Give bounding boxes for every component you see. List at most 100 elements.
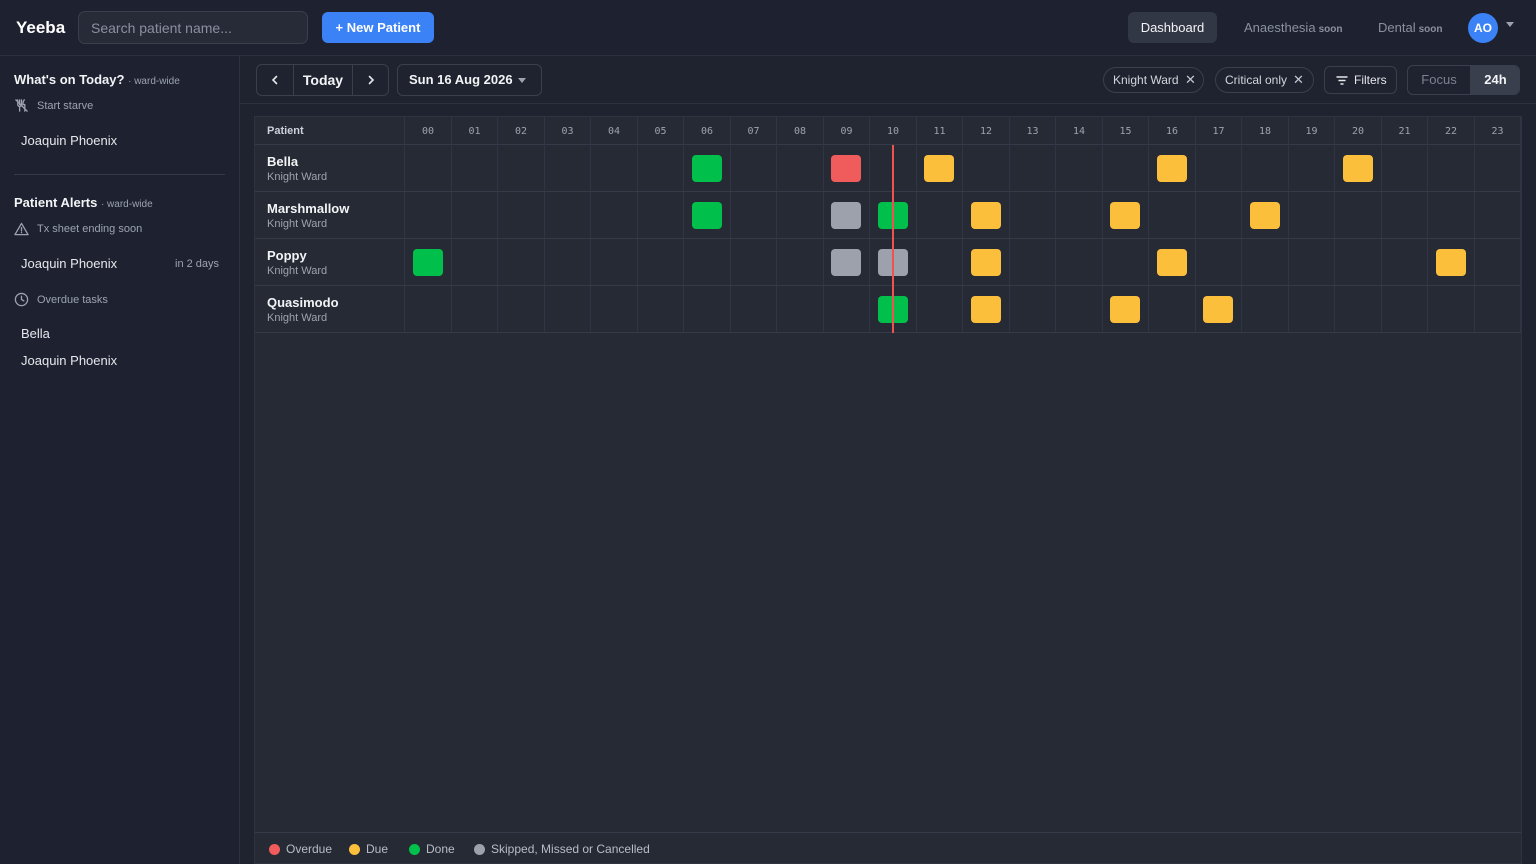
legend-label: Overdue	[286, 842, 333, 856]
today-patient-item[interactable]: Joaquin Phoenix	[21, 133, 117, 148]
task-block-due[interactable]	[1342, 155, 1373, 182]
task-block-due[interactable]	[1435, 249, 1466, 276]
alert-patient-item[interactable]: Joaquin Phoenix	[21, 256, 117, 271]
hour-label: 18	[1258, 126, 1272, 137]
next-day-button[interactable]	[353, 65, 389, 95]
task-block-done[interactable]	[412, 249, 443, 276]
soon-badge: soon	[1318, 24, 1343, 35]
search-input[interactable]	[78, 11, 308, 44]
filter-icon	[1336, 76, 1348, 85]
hour-label: 23	[1491, 126, 1504, 137]
task-block-due[interactable]	[970, 296, 1001, 323]
tx-sheet-heading: Tx sheet ending soon	[14, 222, 142, 236]
due-dot	[349, 843, 360, 855]
task-block-due[interactable]	[924, 155, 955, 182]
view-24h-button[interactable]: 24h	[1470, 66, 1519, 94]
hour-label: 06	[700, 126, 714, 137]
done-dot	[409, 843, 420, 855]
task-block-done[interactable]	[691, 155, 722, 182]
prev-day-button[interactable]	[257, 65, 293, 95]
new-patient-button[interactable]: + New Patient	[322, 12, 434, 43]
task-block-due[interactable]	[1110, 296, 1141, 323]
hour-label: 12	[979, 126, 993, 137]
patient-row: Poppy Knight Ward	[255, 239, 1521, 286]
tx-sheet-label: Tx sheet ending soon	[37, 223, 143, 235]
task-block-due[interactable]	[1203, 296, 1234, 323]
scope-label: · ward-wide	[128, 76, 180, 87]
hour-label: 07	[747, 126, 760, 137]
nav-dashboard-label: Dashboard	[1140, 20, 1205, 35]
whats-on-today-heading: What's on Today?	[14, 72, 125, 87]
hour-label: 03	[561, 126, 574, 137]
app-logo[interactable]: Yeeba	[16, 18, 65, 38]
legend-done: Done	[409, 842, 455, 856]
patient-name[interactable]: Quasimodo	[267, 295, 339, 310]
patient-row: Quasimodo Knight Ward	[255, 286, 1521, 333]
task-block-due[interactable]	[1249, 202, 1280, 229]
chevron-down-icon[interactable]	[1506, 22, 1514, 27]
hour-label: 14	[1072, 126, 1086, 137]
filters-label: Filters	[1354, 73, 1387, 87]
overdue-tasks-label: Overdue tasks	[37, 293, 108, 306]
today-button[interactable]: Today	[294, 65, 352, 95]
filter-chip-label: Critical only	[1225, 73, 1288, 87]
hour-label: 04	[607, 126, 621, 137]
task-block-due[interactable]	[1156, 155, 1187, 182]
hour-label: 19	[1305, 126, 1318, 137]
patient-name[interactable]: Marshmallow	[267, 201, 349, 216]
task-block-due[interactable]	[970, 249, 1001, 276]
start-starve-heading: Start starve	[14, 98, 93, 113]
task-block-due[interactable]	[970, 202, 1001, 229]
legend-label: Due	[366, 842, 389, 856]
task-block-skipped[interactable]	[831, 249, 862, 276]
date-nav-group: Today	[256, 64, 389, 96]
nav-dental[interactable]: Dental soon	[1378, 20, 1442, 35]
patient-column-header: Patient	[267, 125, 304, 137]
close-icon[interactable]: ✕	[1293, 68, 1304, 92]
filter-chip-ward[interactable]: Knight Ward ✕	[1103, 67, 1204, 93]
date-picker-button[interactable]: Sun 16 Aug 2026	[397, 64, 542, 96]
patient-alerts-title: Patient Alerts · ward-wide	[14, 195, 153, 210]
task-block-overdue[interactable]	[831, 155, 862, 182]
view-focus-button[interactable]: Focus	[1408, 66, 1470, 94]
patient-row: Marshmallow Knight Ward	[255, 192, 1521, 239]
current-time-indicator	[892, 145, 895, 333]
user-avatar[interactable]: AO	[1468, 13, 1498, 43]
scope-label: · ward-wide	[100, 199, 153, 210]
patient-name[interactable]: Bella	[267, 154, 298, 169]
task-block-due[interactable]	[1110, 202, 1141, 229]
overdue-patient-item[interactable]: Joaquin Phoenix	[21, 353, 117, 368]
legend-skipped: Skipped, Missed or Cancelled	[474, 842, 650, 856]
chevron-down-icon	[518, 78, 526, 83]
legend-due: Due	[349, 842, 388, 856]
filter-chip-critical[interactable]: Critical only ✕	[1215, 67, 1314, 93]
grid-header-row: Patient 00 01 02 03 04 05 06 07 08 09 10 11 12 13 14 15…	[255, 117, 1521, 145]
clock-icon	[14, 292, 29, 307]
nav-anaesthesia[interactable]: Anaesthesia soon	[1244, 20, 1342, 35]
task-block-due[interactable]	[1156, 249, 1187, 276]
hour-label: 11	[933, 126, 946, 137]
sidebar: What's on Today? · ward-wide Start starv…	[0, 56, 240, 864]
filters-button[interactable]: Filters	[1324, 66, 1397, 94]
hour-label: 17	[1212, 126, 1225, 137]
overdue-dot	[269, 843, 280, 855]
overdue-patient-item[interactable]: Bella	[21, 326, 50, 341]
status-legend: Overdue Due Done Skipped, Missed or Canc…	[255, 832, 1521, 863]
hour-label: 05	[654, 126, 667, 137]
close-icon[interactable]: ✕	[1185, 68, 1196, 92]
hour-label: 00	[421, 126, 435, 137]
patient-name[interactable]: Poppy	[267, 248, 307, 263]
hour-label: 13	[1026, 126, 1039, 137]
hour-label: 10	[886, 126, 900, 137]
hour-label: 16	[1165, 126, 1179, 137]
legend-label: Skipped, Missed or Cancelled	[491, 842, 650, 856]
view-mode-toggle: Focus 24h	[1407, 65, 1520, 95]
task-block-skipped[interactable]	[831, 202, 862, 229]
task-block-done[interactable]	[691, 202, 722, 229]
hour-label: 01	[468, 126, 481, 137]
overdue-tasks-heading: Overdue tasks	[14, 292, 108, 307]
nav-anaesthesia-label: Anaesthesia	[1244, 20, 1316, 35]
nav-dashboard[interactable]: Dashboard	[1128, 12, 1217, 43]
hour-label: 08	[793, 126, 807, 137]
whats-on-today-title: What's on Today? · ward-wide	[14, 72, 180, 87]
